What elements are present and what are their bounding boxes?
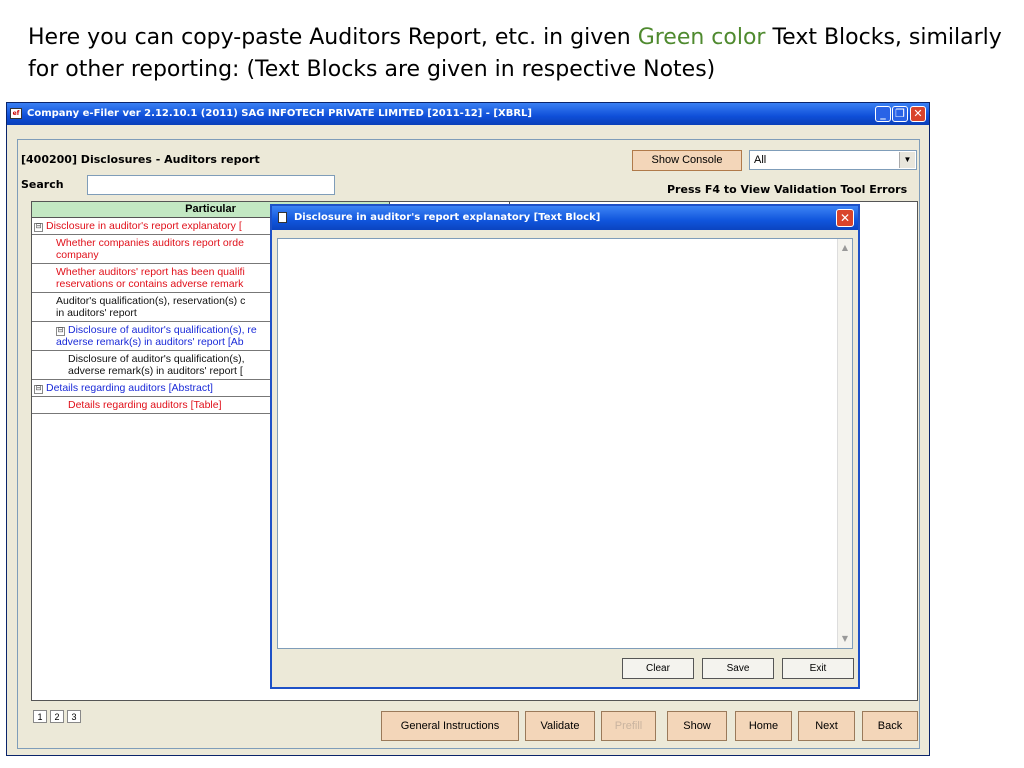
search-input[interactable] <box>87 175 335 195</box>
dialog-close-button[interactable]: ✕ <box>836 209 854 227</box>
validate-button[interactable]: Validate <box>525 711 595 741</box>
editor-scrollbar[interactable]: ▲ ▼ <box>837 239 852 648</box>
exit-button[interactable]: Exit <box>782 658 854 679</box>
page-tab-3[interactable]: 3 <box>67 710 81 723</box>
filter-dropdown-value: All <box>754 154 767 166</box>
caption-text-start: Here you can copy-paste Auditors Report,… <box>28 25 638 50</box>
row-label-line1: Disclosure of auditor's qualification(s)… <box>68 353 245 365</box>
row-label-line1: Disclosure of auditor's qualification(s)… <box>68 324 257 336</box>
search-label: Search <box>21 178 64 191</box>
collapse-icon[interactable]: ⊟ <box>34 385 43 394</box>
collapse-icon[interactable]: ⊟ <box>56 327 65 336</box>
row-label-line1: Auditor's qualification(s), reservation(… <box>56 295 246 307</box>
chevron-down-icon[interactable]: ▼ <box>899 152 915 168</box>
save-button[interactable]: Save <box>702 658 774 679</box>
restore-button[interactable]: ❐ <box>892 106 908 122</box>
page-tabs: 123 <box>33 705 84 724</box>
dialog-title: Disclosure in auditor's report explanato… <box>294 212 601 223</box>
row-label: Details regarding auditors [Table] <box>68 399 222 411</box>
row-label-line2: adverse remark(s) in auditors' report [ <box>68 365 243 377</box>
row-label-line2: reservations or contains adverse remark <box>56 278 244 290</box>
collapse-icon[interactable]: ⊟ <box>34 223 43 232</box>
row-label-line1: Whether companies auditors report orde <box>56 237 244 249</box>
row-label: Disclosure in auditor's report explanato… <box>46 220 242 232</box>
page-tab-1[interactable]: 1 <box>33 710 47 723</box>
back-button[interactable]: Back <box>862 711 918 741</box>
window-titlebar[interactable]: ef Company e-Filer ver 2.12.10.1 (2011) … <box>7 103 929 125</box>
validation-hint: Press F4 to View Validation Tool Errors <box>667 183 908 196</box>
app-icon: ef <box>10 108 22 119</box>
row-label-line2: in auditors' report <box>56 307 137 319</box>
row-label: Details regarding auditors [Abstract] <box>46 382 213 394</box>
clear-button[interactable]: Clear <box>622 658 694 679</box>
dialog-titlebar[interactable]: Disclosure in auditor's report explanato… <box>272 206 858 230</box>
caption-green-text: Green color <box>637 25 766 50</box>
scroll-down-icon[interactable]: ▼ <box>839 632 851 646</box>
slide-caption: Here you can copy-paste Auditors Report,… <box>28 22 1008 86</box>
minimize-button[interactable]: _ <box>875 106 891 122</box>
general-instructions-button[interactable]: General Instructions <box>381 711 519 741</box>
close-button[interactable]: ✕ <box>910 106 926 122</box>
show-button[interactable]: Show <box>667 711 727 741</box>
row-label-line2: company <box>56 249 99 261</box>
text-block-editor[interactable]: ▲ ▼ <box>277 238 853 649</box>
scroll-up-icon[interactable]: ▲ <box>839 241 851 255</box>
home-button[interactable]: Home <box>735 711 792 741</box>
page-tab-2[interactable]: 2 <box>50 710 64 723</box>
show-console-button[interactable]: Show Console <box>632 150 742 171</box>
row-label-line1: Whether auditors' report has been qualif… <box>56 266 245 278</box>
text-block-dialog: Disclosure in auditor's report explanato… <box>270 204 860 689</box>
prefill-button[interactable]: Prefill <box>601 711 656 741</box>
row-label-line2: adverse remark(s) in auditors' report [A… <box>56 336 244 348</box>
filter-dropdown[interactable]: All ▼ <box>749 150 917 170</box>
next-button[interactable]: Next <box>798 711 855 741</box>
document-icon <box>278 212 287 223</box>
section-title: [400200] Disclosures - Auditors report <box>21 153 260 166</box>
window-title: Company e-Filer ver 2.12.10.1 (2011) SAG… <box>27 108 532 119</box>
